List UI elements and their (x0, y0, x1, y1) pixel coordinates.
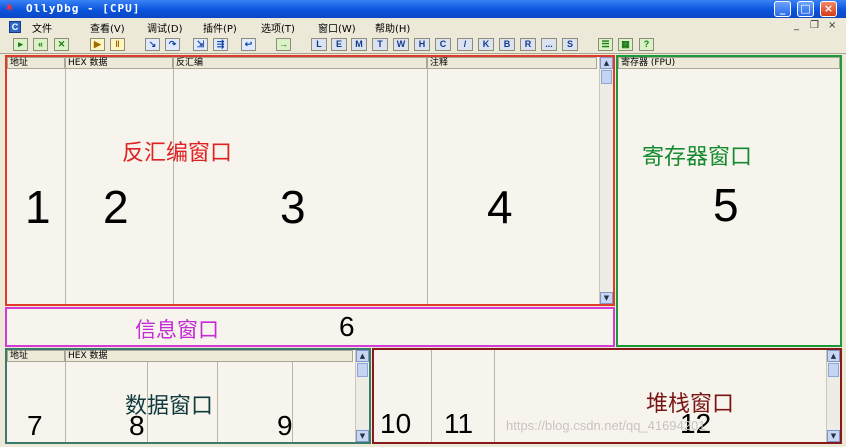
toolbar: ▸ « ✕ ▶ ‖ ↘ ↷ ⇲ ⇶ ↩ → L E M T W H C / K … (0, 36, 846, 54)
column-divider (431, 350, 432, 442)
column-number-9: 9 (277, 410, 293, 441)
modules-window-button[interactable]: E (331, 38, 347, 51)
trace-into-icon[interactable]: ⇲ (193, 38, 208, 51)
threads-window-button[interactable]: T (372, 38, 388, 51)
dump-panel[interactable]: 地址 HEX 数据 ▲ ▼ 数据窗口 7 8 9 (5, 348, 371, 444)
registers-header[interactable]: 寄存器 (FPU) (618, 57, 840, 69)
info-panel: 信息窗口 6 (5, 307, 615, 347)
menu-bar: C 文件 查看(V) 调试(D) 插件(P) 选项(T) 窗口(W) 帮助(H)… (0, 18, 846, 36)
scroll-thumb[interactable] (601, 70, 612, 84)
column-divider (65, 69, 66, 304)
scroll-up-icon[interactable]: ▲ (356, 350, 369, 362)
help-icon[interactable]: ? (639, 38, 654, 51)
log-window-button[interactable]: L (311, 38, 327, 51)
dump-column-header-hex[interactable]: HEX 数据 (65, 350, 353, 362)
disassembly-window-label: 反汇编窗口 (122, 141, 233, 166)
options-icon[interactable]: ▦ (618, 38, 633, 51)
menu-help[interactable]: 帮助(H) (375, 20, 410, 35)
scroll-down-icon[interactable]: ▼ (827, 430, 840, 442)
column-number-10: 10 (380, 408, 412, 439)
scroll-down-icon[interactable]: ▼ (600, 292, 613, 304)
references-window-button[interactable]: R (520, 38, 536, 51)
maximize-button[interactable]: □ (797, 1, 814, 17)
bug-icon: ✶ (4, 1, 15, 16)
minimize-button[interactable]: _ (774, 1, 791, 17)
open-icon[interactable]: ▸ (13, 38, 28, 51)
scroll-down-icon[interactable]: ▼ (356, 430, 369, 442)
go-to-address-icon[interactable]: → (276, 38, 291, 51)
memory-window-button[interactable]: M (351, 38, 367, 51)
column-number-2: 2 (103, 181, 129, 233)
column-divider (494, 350, 495, 442)
execute-till-return-icon[interactable]: ↩ (241, 38, 256, 51)
scroll-thumb[interactable] (357, 363, 368, 377)
menu-debug[interactable]: 调试(D) (147, 20, 183, 35)
mdi-close-button[interactable]: × (828, 20, 836, 31)
list-icon[interactable]: ☰ (598, 38, 613, 51)
source-window-button[interactable]: S (562, 38, 578, 51)
column-number-7: 7 (27, 410, 43, 441)
windows-window-button[interactable]: W (393, 38, 409, 51)
column-header-comment[interactable]: 注释 (427, 57, 597, 69)
column-number-6: 6 (339, 311, 355, 342)
cpu-window-icon[interactable]: C (9, 21, 21, 33)
stack-scrollbar[interactable]: ▲ ▼ (826, 350, 840, 442)
menu-view[interactable]: 查看(V) (90, 20, 125, 35)
watermark: https://blog.csdn.net/qq_41694201 (506, 418, 706, 433)
column-number-8: 8 (129, 410, 145, 441)
disassembly-scrollbar[interactable]: ▲ ▼ (599, 57, 613, 304)
scroll-up-icon[interactable]: ▲ (827, 350, 840, 362)
run-trace-window-button[interactable]: ... (541, 38, 557, 51)
scroll-thumb[interactable] (828, 363, 839, 377)
column-header-hex[interactable]: HEX 数据 (65, 57, 173, 69)
menu-options[interactable]: 选项(T) (261, 20, 295, 35)
call-stack-window-button[interactable]: K (478, 38, 494, 51)
column-number-1: 1 (25, 181, 51, 233)
mdi-minimize-button[interactable]: _ (794, 20, 799, 31)
step-into-icon[interactable]: ↘ (145, 38, 160, 51)
registers-window-label: 寄存器窗口 (642, 145, 753, 170)
mdi-restore-button[interactable]: ❐ (810, 20, 819, 31)
column-number-3: 3 (280, 181, 306, 233)
pause-icon[interactable]: ‖ (110, 38, 125, 51)
menu-file[interactable]: 文件 (32, 20, 52, 35)
column-divider (173, 69, 174, 304)
registers-panel[interactable]: 寄存器 (FPU) 寄存器窗口 5 (616, 55, 842, 347)
breakpoints-window-button[interactable]: B (499, 38, 515, 51)
handles-window-button[interactable]: H (414, 38, 430, 51)
info-window-label: 信息窗口 (135, 318, 219, 342)
terminate-icon[interactable]: ✕ (54, 38, 69, 51)
close-button[interactable]: × (820, 1, 837, 17)
dump-scrollbar[interactable]: ▲ ▼ (355, 350, 369, 442)
menu-plugins[interactable]: 插件(P) (203, 20, 237, 35)
run-icon[interactable]: ▶ (90, 38, 105, 51)
dump-column-header-address[interactable]: 地址 (7, 350, 65, 362)
disassembly-panel[interactable]: 地址 HEX 数据 反汇编 注释 ▲ ▼ 反汇编窗口 1 2 3 4 (5, 55, 615, 306)
column-number-4: 4 (487, 181, 513, 233)
title-bar: ✶ OllyDbg - [CPU] _ □ × (0, 0, 846, 18)
restart-icon[interactable]: « (33, 38, 48, 51)
trace-over-icon[interactable]: ⇶ (213, 38, 228, 51)
column-header-disassembly[interactable]: 反汇编 (173, 57, 427, 69)
window-title: OllyDbg - [CPU] (26, 2, 141, 15)
column-divider (217, 362, 218, 442)
step-over-icon[interactable]: ↷ (165, 38, 180, 51)
menu-window[interactable]: 窗口(W) (318, 20, 356, 35)
column-divider (427, 69, 428, 304)
cpu-window-button[interactable]: C (435, 38, 451, 51)
scroll-up-icon[interactable]: ▲ (600, 57, 613, 69)
patches-window-button[interactable]: / (457, 38, 473, 51)
column-number-11: 11 (444, 408, 474, 439)
column-header-address[interactable]: 地址 (7, 57, 65, 69)
column-number-5: 5 (713, 179, 739, 231)
column-divider (65, 362, 66, 442)
